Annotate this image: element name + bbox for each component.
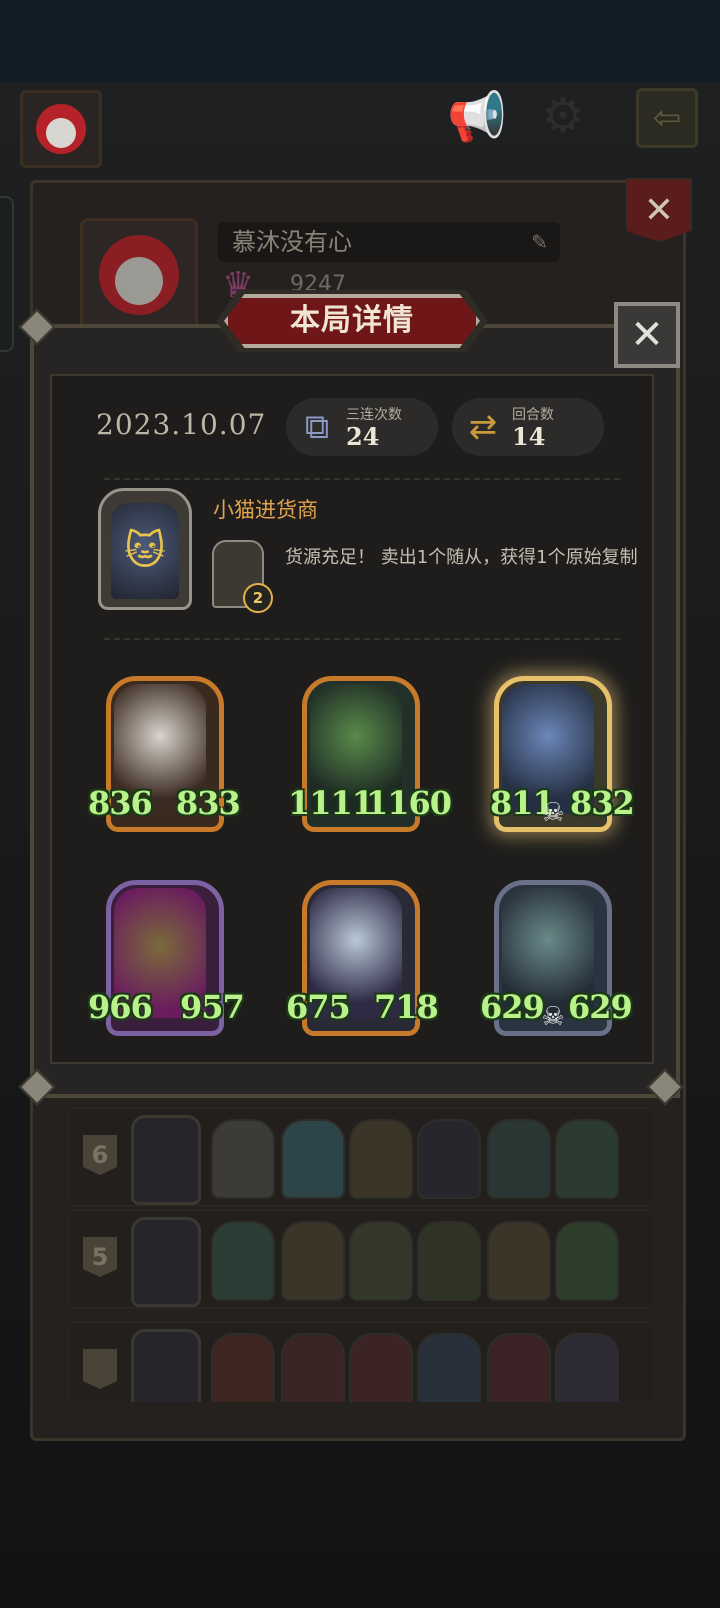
history-hero-portrait: [131, 1329, 201, 1402]
history-minion: [487, 1333, 551, 1402]
minion-card[interactable]: 1111 1160: [288, 676, 452, 836]
skull-icon: ☠: [541, 798, 565, 828]
minion-attack: 836: [88, 784, 153, 822]
minion-attack: 1111: [288, 784, 374, 822]
triples-value: 24: [346, 422, 380, 451]
history-minion: [417, 1221, 481, 1301]
status-bar-area: [0, 0, 720, 82]
history-minion: [487, 1221, 551, 1301]
history-minion: [555, 1333, 619, 1402]
player-name: 慕沐没有心: [232, 228, 352, 256]
megaphone-icon[interactable]: 📢: [442, 88, 512, 145]
minion-health: 833: [176, 784, 241, 822]
pencil-icon[interactable]: ✎: [531, 222, 548, 262]
triple-cards-icon: ⧉: [304, 407, 330, 447]
minion-health: 718: [374, 988, 439, 1026]
minion-card[interactable]: 675 718: [286, 880, 439, 1040]
divider: [104, 478, 620, 480]
player-avatar-button[interactable]: [20, 90, 102, 168]
cat-merchant-icon: 🐱: [111, 503, 179, 599]
history-minion: [211, 1119, 275, 1199]
history-minion: [417, 1119, 481, 1199]
minion-health: 957: [180, 988, 245, 1026]
history-minion: [417, 1333, 481, 1402]
history-minion: [349, 1221, 413, 1301]
history-minion: [281, 1221, 345, 1301]
exit-arrow-icon[interactable]: ⇦: [636, 88, 698, 148]
minion-health: 1160: [366, 784, 452, 822]
profile-avatar-icon: [99, 235, 179, 315]
minion-card[interactable]: 966 957: [88, 880, 245, 1040]
minion-card[interactable]: 836 833: [88, 676, 241, 836]
round-tag: 6: [83, 1135, 117, 1175]
history-hero-portrait: [131, 1115, 201, 1205]
history-minion: [281, 1119, 345, 1199]
hero-name: 小猫进货商: [213, 498, 318, 522]
triples-stat: ⧉ 三连次数 24: [286, 398, 438, 456]
minion-attack: 966: [88, 988, 153, 1026]
rounds-label: 回合数: [512, 407, 554, 423]
minion-attack: 629: [480, 988, 545, 1026]
modal-title: 本局详情: [290, 303, 414, 338]
hero-power-cost: 2: [243, 583, 273, 613]
divider: [104, 638, 620, 640]
round-tag: 5: [83, 1237, 117, 1277]
history-minion: [349, 1333, 413, 1402]
skull-icon: ☠: [541, 1002, 565, 1032]
history-minion: [211, 1333, 275, 1402]
minion-health: 832: [570, 784, 635, 822]
round-cycle-icon: ⇄: [468, 407, 498, 447]
history-row[interactable]: 5: [68, 1210, 652, 1308]
profile-close-button[interactable]: ✕: [626, 178, 692, 242]
round-tag: [83, 1349, 117, 1389]
rounds-value: 14: [512, 422, 546, 451]
history-minion: [281, 1333, 345, 1402]
match-history-list: 6 5: [68, 1100, 652, 1402]
player-avatar-icon: [36, 104, 86, 154]
history-minion: [349, 1119, 413, 1199]
match-date: 2023.10.07: [96, 408, 267, 441]
close-button[interactable]: ✕: [614, 302, 680, 368]
gear-icon[interactable]: ⚙: [528, 88, 598, 144]
history-minion: [211, 1221, 275, 1301]
history-minion: [555, 1119, 619, 1199]
hero-power-description: 货源充足！ 卖出1个随从，获得1个原始复制: [285, 547, 638, 568]
history-row[interactable]: 6: [68, 1108, 652, 1206]
profile-avatar: [80, 218, 198, 332]
side-tab[interactable]: [0, 196, 14, 352]
minion-card[interactable]: 629 ☠ 629: [480, 880, 633, 1040]
history-row[interactable]: [68, 1322, 652, 1402]
minion-health: 629: [568, 988, 633, 1026]
rounds-stat: ⇄ 回合数 14: [452, 398, 604, 456]
hero-portrait-frame[interactable]: 🐱: [98, 488, 192, 610]
triples-label: 三连次数: [346, 407, 402, 423]
history-hero-portrait: [131, 1217, 201, 1307]
minion-attack: 675: [286, 988, 351, 1026]
history-minion: [487, 1119, 551, 1199]
history-minion: [555, 1221, 619, 1301]
minion-card[interactable]: 811 ☠ 832: [490, 676, 635, 836]
player-name-field[interactable]: 慕沐没有心 ✎: [218, 222, 560, 262]
